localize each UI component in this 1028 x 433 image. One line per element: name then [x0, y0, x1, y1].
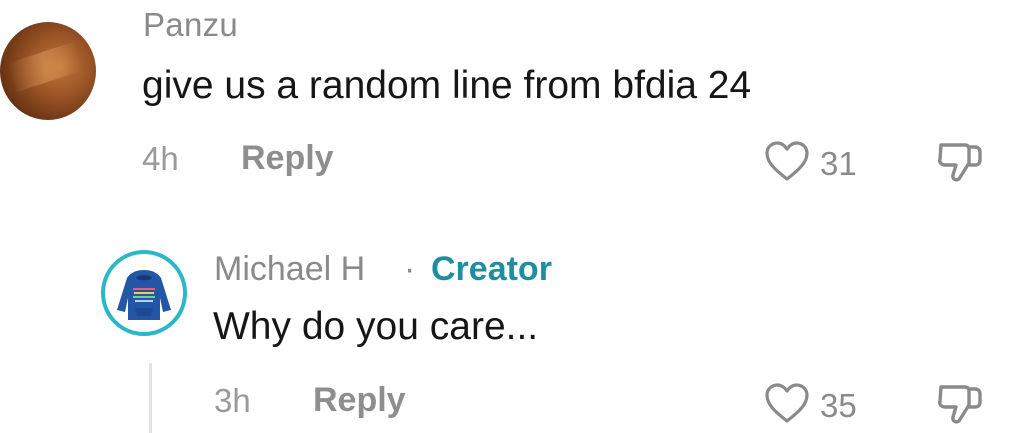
comment-username[interactable]: Panzu: [143, 6, 238, 44]
thumbs-down-outline-icon: [935, 385, 985, 429]
thread-connector-line: [149, 363, 152, 433]
like-button[interactable]: 35: [764, 382, 857, 429]
like-button[interactable]: 31: [764, 140, 857, 187]
comment-thread: Panzu give us a random line from bfdia 2…: [0, 0, 1028, 433]
comment-username[interactable]: Michael H: [214, 250, 365, 289]
like-count: 31: [820, 144, 857, 182]
reply-button[interactable]: Reply: [241, 139, 334, 178]
separator-dot: ·: [404, 250, 416, 288]
hoodie-icon: [105, 270, 183, 332]
dislike-button[interactable]: [935, 381, 985, 430]
comment-timestamp: 3h: [214, 382, 251, 419]
reply-button[interactable]: Reply: [313, 381, 406, 420]
comment-timestamp: 4h: [142, 140, 179, 177]
dislike-button[interactable]: [935, 139, 985, 188]
comment-text: Why do you care...: [213, 305, 539, 348]
avatar[interactable]: [0, 22, 96, 120]
thumbs-down-outline-icon: [935, 143, 985, 187]
creator-badge: Creator: [431, 250, 552, 288]
heart-outline-icon: [764, 140, 810, 187]
like-count: 35: [820, 386, 857, 424]
heart-outline-icon: [764, 382, 810, 429]
comment-text: give us a random line from bfdia 24: [142, 64, 752, 107]
creator-avatar[interactable]: [101, 250, 187, 336]
